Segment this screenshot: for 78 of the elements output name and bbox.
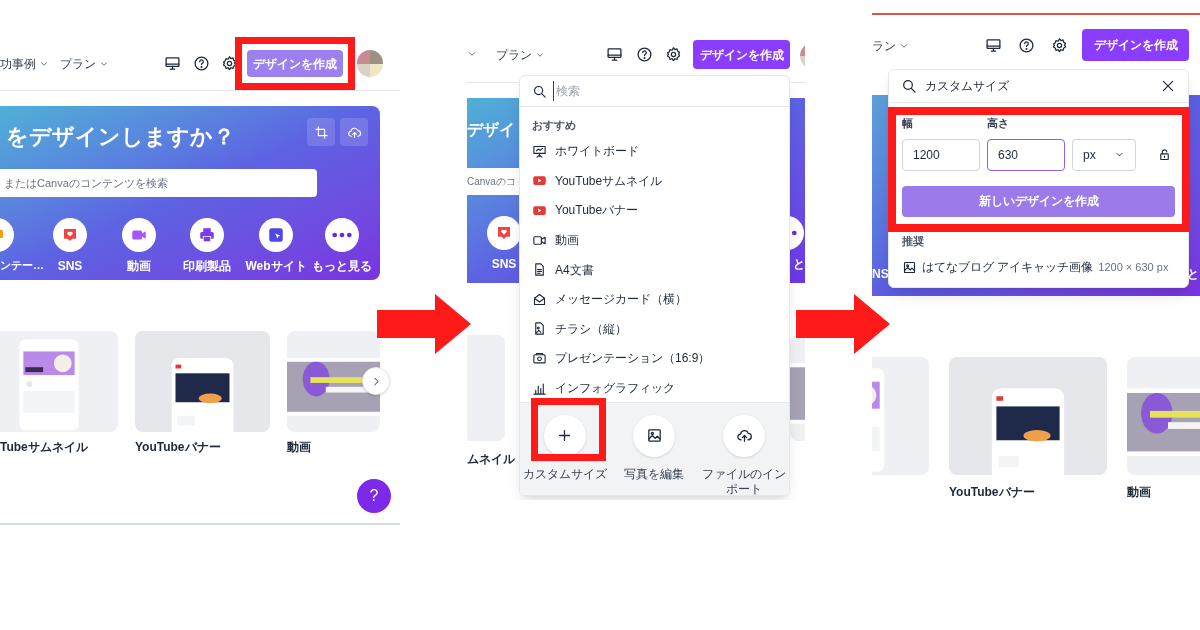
crop-button[interactable] bbox=[307, 118, 335, 146]
category-tile[interactable]: 動画 bbox=[104, 218, 174, 275]
action-button[interactable] bbox=[543, 414, 586, 457]
menu-item[interactable]: A4文書 bbox=[520, 254, 789, 285]
menu-item[interactable]: YouTubeバナー bbox=[520, 195, 789, 226]
menu-item[interactable]: 動画 bbox=[520, 225, 789, 255]
height-field[interactable]: 630 bbox=[987, 138, 1065, 171]
create-design-button[interactable]: デザインを作成 bbox=[693, 40, 790, 69]
menu-item[interactable]: YouTubeサムネイル bbox=[520, 166, 789, 196]
template-label: 動画 bbox=[287, 439, 311, 456]
upload-icon bbox=[735, 427, 753, 444]
action-button[interactable] bbox=[723, 414, 766, 457]
nav-menu[interactable]: プラン bbox=[60, 55, 109, 73]
size-label: 1200 × 630 px bbox=[1098, 259, 1169, 275]
action-label: カスタムサイズ bbox=[521, 466, 608, 482]
whiteboard-icon bbox=[532, 143, 547, 159]
category-label: と bbox=[1187, 266, 1199, 283]
action-label: 写真を編集 bbox=[623, 466, 686, 482]
menu-item[interactable]: インフォグラフィック bbox=[520, 373, 789, 402]
search-field[interactable]: カスタムサイズ bbox=[925, 77, 1152, 95]
field-label: 高さ bbox=[987, 116, 1010, 131]
menu-item[interactable]: メッセージカード（横） bbox=[520, 284, 789, 315]
lock-button[interactable] bbox=[1157, 147, 1172, 162]
close-icon bbox=[1160, 78, 1176, 94]
crop-icon bbox=[313, 124, 329, 140]
menu-item[interactable]: プレゼンテーション（16:9） bbox=[520, 343, 789, 374]
caret-icon bbox=[99, 59, 109, 69]
monitor-icon[interactable] bbox=[606, 46, 623, 63]
action-label: ファイルのインポート bbox=[701, 466, 788, 495]
monitor-icon[interactable] bbox=[985, 37, 1002, 54]
lock-icon bbox=[1157, 147, 1172, 162]
nav-menu[interactable]: 功事例 bbox=[0, 55, 49, 73]
avatar[interactable] bbox=[357, 50, 383, 77]
hero-heading: をデザインしますか？ bbox=[6, 123, 235, 151]
image-icon bbox=[646, 427, 663, 444]
search-field[interactable]: 検索 bbox=[553, 81, 777, 101]
template-label: ムネイル bbox=[467, 451, 515, 468]
settings-icon[interactable] bbox=[665, 46, 682, 63]
caret-icon bbox=[467, 49, 477, 59]
category-label: NS bbox=[872, 266, 889, 283]
search-icon bbox=[532, 83, 547, 99]
play-icon bbox=[532, 203, 547, 218]
nav-menu[interactable]: ラン bbox=[872, 37, 909, 55]
monitor-icon[interactable] bbox=[164, 55, 181, 72]
caret-icon bbox=[39, 59, 49, 69]
category-tile[interactable]: 印刷製品 bbox=[172, 218, 242, 275]
menu-item[interactable]: ホワイトボード bbox=[520, 136, 789, 167]
document-icon bbox=[532, 262, 547, 278]
help-button[interactable]: ? bbox=[357, 479, 391, 513]
search-icon bbox=[901, 78, 917, 94]
action-button[interactable] bbox=[633, 414, 676, 457]
search-field[interactable]: またはCanvaのコンテンツを検索 bbox=[0, 169, 317, 197]
section-heading: 推奨 bbox=[902, 233, 925, 249]
unit-dropdown[interactable]: px bbox=[1072, 138, 1136, 171]
template-label: YouTubeバナー bbox=[135, 439, 221, 456]
help-icon[interactable] bbox=[193, 55, 210, 72]
hero-heading: デザイ bbox=[467, 120, 515, 140]
settings-icon[interactable] bbox=[1051, 37, 1068, 54]
field-label: 幅 bbox=[902, 116, 914, 131]
create-design-button[interactable]: デザインを作成 bbox=[1082, 29, 1189, 61]
settings-icon[interactable] bbox=[221, 55, 238, 72]
image-icon bbox=[902, 259, 917, 275]
help-icon[interactable] bbox=[1018, 37, 1035, 54]
caret-icon bbox=[899, 41, 909, 51]
menu-item[interactable]: チラシ（縦） bbox=[520, 314, 789, 344]
suggestion-label[interactable]: はてなブログ アイキャッチ画像 bbox=[922, 258, 1094, 276]
template-label: Tubeサムネイル bbox=[0, 439, 88, 456]
nav-menu[interactable]: プラン bbox=[496, 46, 545, 64]
caret-icon bbox=[535, 50, 545, 60]
category-tile[interactable]: ンテー… bbox=[0, 218, 44, 274]
help-icon[interactable] bbox=[636, 46, 653, 63]
template-label: 動画 bbox=[1127, 484, 1151, 501]
search-field[interactable]: Canvaのコ bbox=[467, 168, 519, 195]
close-button[interactable] bbox=[1160, 78, 1176, 94]
template-label: YouTubeバナー bbox=[949, 484, 1035, 501]
width-field[interactable]: 1200 bbox=[902, 138, 980, 171]
upload-button[interactable] bbox=[340, 118, 368, 146]
section-heading: おすすめ bbox=[531, 118, 577, 133]
